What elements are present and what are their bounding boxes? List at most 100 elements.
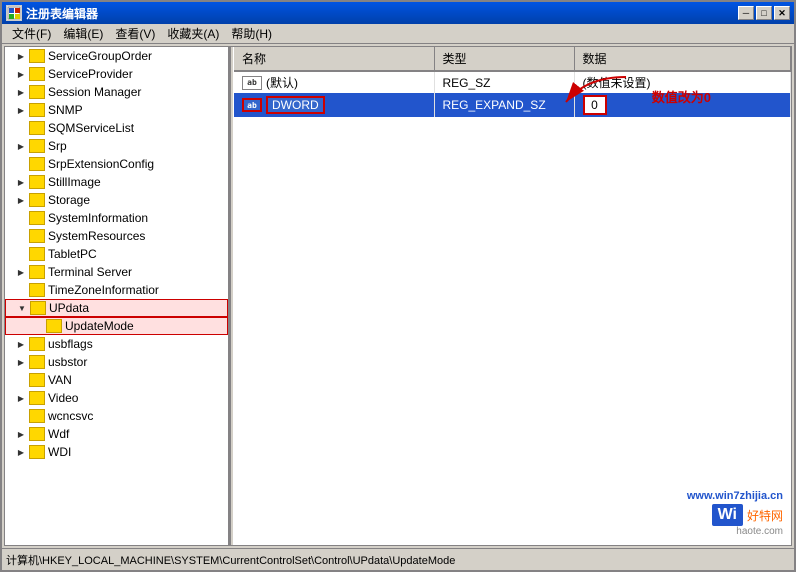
folder-icon <box>29 445 45 459</box>
tree-item-StillImage[interactable]: ▶ StillImage <box>5 173 228 191</box>
expand-icon[interactable] <box>13 120 29 136</box>
folder-icon <box>29 175 45 189</box>
menu-help[interactable]: 帮助(H) <box>225 23 278 44</box>
right-pane: 名称 类型 数据 ab(默认)REG_SZ(数值未设置)abDWORDREG_E… <box>234 47 791 545</box>
reg-row-1[interactable]: abDWORDREG_EXPAND_SZ0 <box>234 93 791 117</box>
tree-item-TimeZoneInformation[interactable]: TimeZoneInformatior <box>5 281 228 299</box>
tree-item-UPdata[interactable]: ▼UPdata <box>5 299 228 317</box>
tree-item-label: Storage <box>48 193 90 207</box>
menu-file[interactable]: 文件(F) <box>6 23 57 44</box>
expand-icon[interactable]: ▶ <box>13 66 29 82</box>
folder-icon <box>29 121 45 135</box>
minimize-button[interactable]: ─ <box>738 6 754 20</box>
folder-icon <box>29 229 45 243</box>
tree-pane[interactable]: ▶ ServiceGroupOrder ▶ ServiceProvider ▶Sessi… <box>5 47 230 545</box>
expand-icon[interactable]: ▶ <box>13 48 29 64</box>
tree-item-Srp[interactable]: ▶Srp <box>5 137 228 155</box>
watermark-logo-area: Wi 好特网 <box>687 504 783 526</box>
menu-edit[interactable]: 编辑(E) <box>57 23 109 44</box>
expand-icon[interactable] <box>13 228 29 244</box>
folder-icon <box>29 85 45 99</box>
watermark-domain: haote.com <box>687 526 783 537</box>
title-bar-buttons: ─ □ ✕ <box>738 6 790 20</box>
tree-item-label: ServiceProvider <box>48 67 133 81</box>
tree-item-SQMServiceList[interactable]: SQMServiceList <box>5 119 228 137</box>
tree-item-label: TabletPC <box>48 247 97 261</box>
expand-icon[interactable]: ▶ <box>13 444 29 460</box>
expand-icon[interactable] <box>13 372 29 388</box>
close-button[interactable]: ✕ <box>774 6 790 20</box>
title-bar: 注册表编辑器 ─ □ ✕ <box>2 2 794 24</box>
expand-icon[interactable] <box>13 282 29 298</box>
folder-icon <box>29 409 45 423</box>
tree-item-TabletPC[interactable]: TabletPC <box>5 245 228 263</box>
tree-item-UpdateMode[interactable]: UpdateMode <box>5 317 228 335</box>
col-data: 数据 <box>574 47 791 71</box>
tree-item-WDI[interactable]: ▶WDI <box>5 443 228 461</box>
tree-item-usbflags[interactable]: ▶ usbflags <box>5 335 228 353</box>
tree-item-Storage[interactable]: ▶ Storage <box>5 191 228 209</box>
expand-icon[interactable]: ▶ <box>13 138 29 154</box>
reg-type-cell: REG_EXPAND_SZ <box>434 93 574 117</box>
folder-icon <box>29 391 45 405</box>
tree-item-SrpExtensionConfig[interactable]: SrpExtensionConfig <box>5 155 228 173</box>
maximize-button[interactable]: □ <box>756 6 772 20</box>
folder-icon <box>29 337 45 351</box>
tree-item-Video[interactable]: ▶Video <box>5 389 228 407</box>
tree-item-label: Terminal Server <box>48 265 132 279</box>
expand-icon[interactable] <box>13 246 29 262</box>
tree-item-SessionManager[interactable]: ▶Session Manager <box>5 83 228 101</box>
reg-row-0[interactable]: ab(默认)REG_SZ(数值未设置) <box>234 71 791 93</box>
expand-icon[interactable]: ▶ <box>13 354 29 370</box>
expand-icon[interactable] <box>13 156 29 172</box>
tree-item-SystemInformation[interactable]: SystemInformation <box>5 209 228 227</box>
folder-icon <box>29 211 45 225</box>
expand-icon[interactable] <box>30 318 46 334</box>
watermark-url: www.win7zhijia.cn <box>687 490 783 502</box>
tree-item-SystemResources[interactable]: SystemResources <box>5 227 228 245</box>
expand-icon[interactable]: ▶ <box>13 336 29 352</box>
tree-item-label: ServiceGroupOrder <box>48 49 152 63</box>
registry-table: 名称 类型 数据 ab(默认)REG_SZ(数值未设置)abDWORDREG_E… <box>234 47 791 117</box>
tree-item-label: SystemInformation <box>48 211 148 225</box>
value-type-icon: ab <box>242 76 262 90</box>
tree-item-ServiceGroupOrder[interactable]: ▶ ServiceGroupOrder <box>5 47 228 65</box>
reg-value-cell: (数值未设置) <box>574 71 791 93</box>
expand-icon[interactable]: ▶ <box>13 84 29 100</box>
tree-item-label: Wdf <box>48 427 69 441</box>
tree-item-label: usbflags <box>48 337 93 351</box>
tree-item-label: StillImage <box>48 175 101 189</box>
tree-item-Wdf[interactable]: ▶ Wdf <box>5 425 228 443</box>
tree-item-usbstor[interactable]: ▶ usbstor <box>5 353 228 371</box>
registry-editor-window: 注册表编辑器 ─ □ ✕ 文件(F) 编辑(E) 查看(V) 收藏夹(A) 帮助… <box>0 0 796 572</box>
expand-icon[interactable]: ▶ <box>13 426 29 442</box>
reg-value-cell: 0 <box>574 93 791 117</box>
tree-item-SNMP[interactable]: ▶SNMP <box>5 101 228 119</box>
reg-name-cell: ab(默认) <box>234 71 434 93</box>
right-pane-inner: 名称 类型 数据 ab(默认)REG_SZ(数值未设置)abDWORDREG_E… <box>234 47 791 545</box>
expand-icon[interactable] <box>13 210 29 226</box>
window-title: 注册表编辑器 <box>26 5 738 22</box>
expand-icon[interactable]: ▶ <box>13 102 29 118</box>
expand-icon[interactable]: ▶ <box>13 174 29 190</box>
tree-item-label: VAN <box>48 373 72 387</box>
expand-icon[interactable]: ▶ <box>13 390 29 406</box>
tree-item-wcncsvc[interactable]: wcncsvc <box>5 407 228 425</box>
tree-item-label: TimeZoneInformatior <box>48 283 159 297</box>
watermark-area: www.win7zhijia.cn Wi 好特网 haote.com <box>687 490 783 537</box>
col-type: 类型 <box>434 47 574 71</box>
menu-view[interactable]: 查看(V) <box>109 23 161 44</box>
expand-icon[interactable]: ▶ <box>13 192 29 208</box>
col-name: 名称 <box>234 47 434 71</box>
folder-icon <box>30 301 46 315</box>
tree-item-VAN[interactable]: VAN <box>5 371 228 389</box>
menu-favorites[interactable]: 收藏夹(A) <box>161 23 225 44</box>
expand-icon[interactable] <box>13 408 29 424</box>
watermark-logo: Wi <box>712 504 743 526</box>
status-path: 计算机\HKEY_LOCAL_MACHINE\SYSTEM\CurrentCon… <box>6 552 790 568</box>
expand-icon[interactable]: ▶ <box>13 264 29 280</box>
tree-item-label: usbstor <box>48 355 87 369</box>
expand-icon[interactable]: ▼ <box>14 300 30 316</box>
tree-item-ServiceProvider[interactable]: ▶ ServiceProvider <box>5 65 228 83</box>
tree-item-TerminalServer[interactable]: ▶ Terminal Server <box>5 263 228 281</box>
